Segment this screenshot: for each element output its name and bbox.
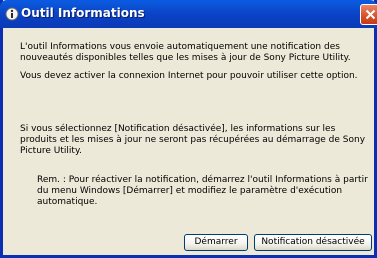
disable-info-line: produits et les mises à jour ne seront p…: [20, 135, 366, 145]
intro-line: L'outil Informations vous envoie automat…: [20, 42, 340, 52]
disable-info-line: Si vous sélectionnez [Notification désac…: [20, 124, 336, 134]
note-line: du menu Windows [Démarrer] et modifiez l…: [37, 186, 343, 196]
intro-line: nouveautés disponibles telles que les mi…: [20, 53, 351, 63]
disable-notification-button[interactable]: Notification désactivée: [254, 234, 372, 251]
window-title: Outil Informations: [21, 6, 145, 20]
dialog-body: L'outil Informations vous envoie automat…: [3, 28, 374, 255]
disable-info-paragraph: Si vous sélectionnez [Notification désac…: [20, 124, 365, 157]
internet-paragraph: Vous devez activer la connexion Internet…: [20, 71, 358, 82]
note-line: automatique.: [37, 197, 98, 207]
disable-info-line: Picture Utility.: [20, 146, 82, 156]
internet-line: Vous devez activer la connexion Internet…: [20, 71, 358, 81]
info-icon: [5, 6, 19, 21]
note-line: Rem. : Pour réactiver la notification, d…: [37, 175, 368, 185]
dialog-window: Outil Informations L'outil Informations …: [0, 0, 377, 258]
close-button[interactable]: [360, 4, 377, 25]
title-bar[interactable]: Outil Informations: [0, 0, 377, 28]
close-icon: [365, 9, 376, 20]
note-paragraph: Rem. : Pour réactiver la notification, d…: [37, 175, 368, 208]
intro-paragraph: L'outil Informations vous envoie automat…: [20, 42, 351, 64]
start-button[interactable]: Démarrer: [184, 234, 248, 251]
